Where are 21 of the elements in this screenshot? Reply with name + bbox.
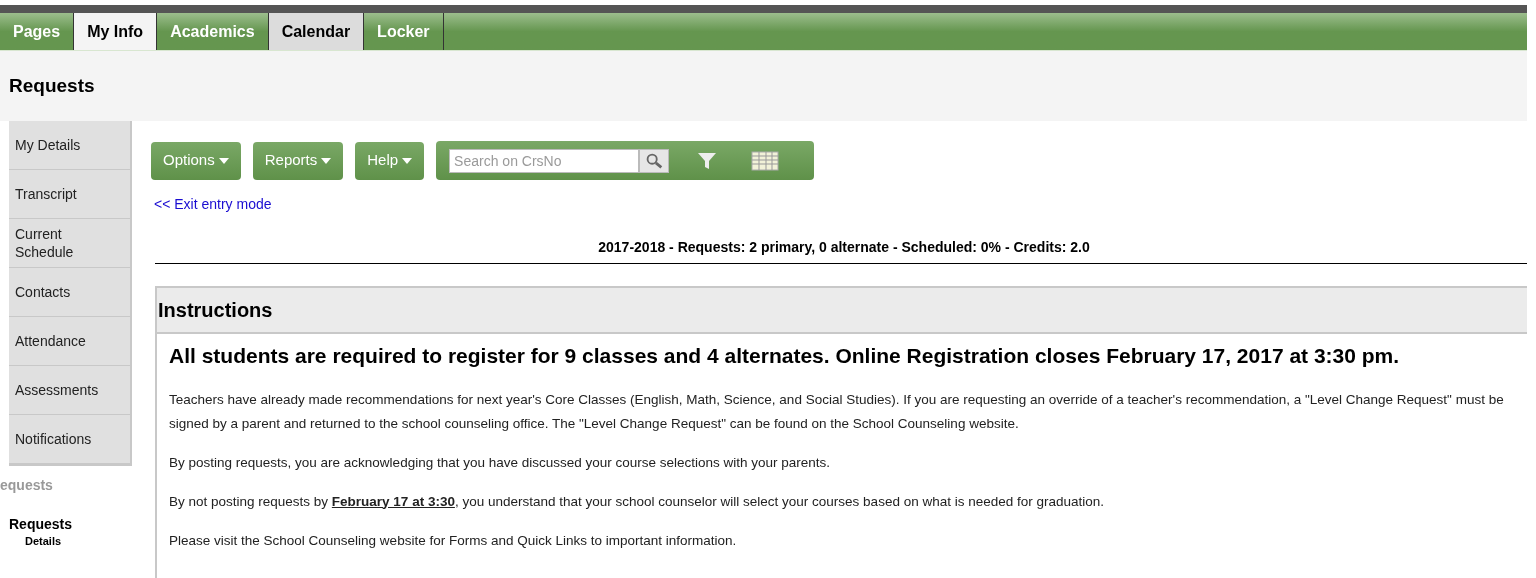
instruction-paragraph: Teachers have already made recommendations for next year's Core Classes (English, Math, Science, and Social Studies). If you are requesting an override of a teacher's recommendation, a "Level Change Request" must be signed by a parent and returned to the school counseling office. The "Level Change Request" can be found on the School Counseling website. — [169, 390, 1505, 433]
search-icon[interactable] — [639, 148, 670, 173]
nav-tab[interactable]: Calendar — [268, 13, 365, 50]
instruction-paragraph: By not posting requests by February 17 at 3:30, you understand that your school counselor will select your courses based on what is needed for graduation. — [169, 492, 1106, 511]
exit-entry-mode-link[interactable]: << Exit entry mode — [154, 194, 272, 215]
filter-icon[interactable] — [697, 150, 718, 171]
summary-text: 2017-2018 - Requests: 2 primary, 0 alternate - Scheduled: 0% - Credits: 2.0 — [597, 238, 1091, 257]
sidebar-subitem[interactable]: Details — [25, 536, 150, 547]
instruction-paragraph: Please visit the School Counseling website for Forms and Quick Links to important information. — [169, 531, 738, 550]
grid-icon[interactable] — [751, 150, 780, 171]
sidebar-item[interactable]: Requests — [9, 517, 150, 531]
panel-title: Instructions — [158, 298, 273, 323]
page-title: Requests — [9, 73, 95, 98]
caret-icon — [402, 157, 413, 164]
section-label: equests — [0, 478, 54, 492]
caret-icon — [218, 157, 229, 164]
caret-icon — [321, 157, 332, 164]
instructions-headline: All students are required to register for 9 classes and 4 alternates. Online Registration closes February 17, 2017 at 3:30 pm. — [169, 343, 1401, 369]
instruction-paragraph: By posting requests, you are acknowledging that you have discussed your course selections with your parents. — [169, 453, 832, 472]
search-field[interactable]: Search on CrsNo — [449, 148, 640, 173]
nav-tab[interactable]: My Info — [74, 13, 158, 50]
